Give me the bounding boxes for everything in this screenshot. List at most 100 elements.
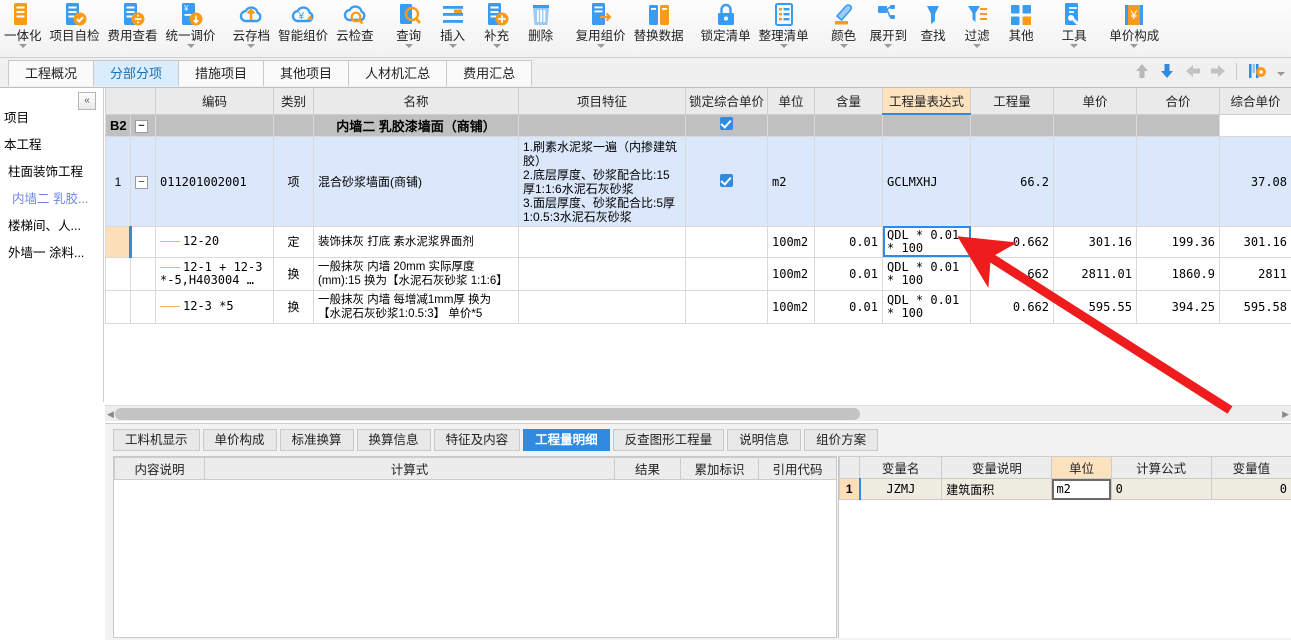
chevron-down-icon[interactable] [18,44,27,48]
sub-name-cell[interactable]: 一般抹灰 内墙 20mm 实际厚度(mm):15 换为【水泥石灰砂浆 1:1:6… [313,256,519,291]
scroll-right-arrow-icon[interactable]: ▶ [1282,409,1289,420]
sidebar-item-3[interactable]: 内墙二 乳胶... [0,189,103,210]
chevron-down-icon[interactable] [596,44,605,48]
sub-lock-cell[interactable] [685,225,768,258]
row-number-cell[interactable] [105,289,131,324]
group-empty-cell-2[interactable] [882,113,971,137]
ribbon-button-find[interactable]: 查找 [911,0,955,56]
sub-tree-cell[interactable] [130,225,156,258]
sub-content-cell[interactable]: 0.01 [814,256,883,291]
ribbon-button-smart-pricing[interactable]: ¥ 智能组价 [274,0,332,56]
variable-header-5[interactable]: 变量值 [1210,456,1291,479]
group-empty-cell-0[interactable] [767,113,815,137]
sub-feature-cell[interactable] [518,225,686,258]
sub-total-cell[interactable]: 394.25 [1136,289,1220,324]
sub-content-cell[interactable]: 0.01 [814,289,883,324]
ribbon-button-reuse-pricing[interactable]: 复用组价 [572,0,630,56]
group-empty-cell-4[interactable] [1053,113,1137,137]
grid-header-8[interactable]: 工程量表达式 [882,88,971,115]
detail-header-0[interactable]: 内容说明 [114,457,205,480]
detail-header-1[interactable]: 计算式 [204,457,615,480]
variable-header-2[interactable]: 变量说明 [941,456,1053,479]
sub-price-cell[interactable]: 595.55 [1053,289,1137,324]
item-feature-cell[interactable]: 1.刷素水泥浆一遍（内掺建筑胶） 2.底层厚度、砂浆配合比:15厚1:1:6水泥… [518,135,686,227]
ribbon-button-expand-to[interactable]: 展开到 [866,0,912,56]
ribbon-button-unified-price[interactable]: ¥ 统一调价 [162,0,220,56]
variable-value-cell[interactable]: 0 [1210,478,1291,500]
ribbon-button-delete[interactable]: 删除 [519,0,563,56]
sub-comprehensive-cell[interactable]: 595.58 [1219,289,1291,324]
detail-header-4[interactable]: 引用代码 [758,457,837,480]
bottom-tab-6[interactable]: 反查图形工程量 [612,429,725,451]
sub-expression-cell[interactable]: QDL * 0.01 * 100 [882,225,971,258]
sub-price-cell[interactable]: 2811.01 [1053,256,1137,291]
arrow-right-icon[interactable] [1209,62,1225,80]
chevron-down-icon[interactable] [186,44,195,48]
item-price-cell[interactable] [1053,135,1137,227]
sub-total-cell[interactable]: 199.36 [1136,225,1220,258]
chevron-down-icon[interactable] [1070,44,1079,48]
sub-name-cell[interactable]: 装饰抹灰 打底 素水泥浆界面剂 [313,225,519,258]
variable-header-4[interactable]: 计算公式 [1110,456,1212,479]
group-empty-cell-3[interactable] [970,113,1054,137]
group-lock-checkbox-cell[interactable] [685,113,768,137]
sub-lock-cell[interactable] [685,289,768,324]
grid-header-2[interactable]: 类别 [273,88,314,115]
grid-header-6[interactable]: 单位 [767,88,815,115]
bottom-tab-5[interactable]: 工程量明细 [523,429,610,451]
scroll-left-arrow-icon[interactable]: ◀ [107,409,114,420]
table-row[interactable]: 12-1 + 12-3 *-5,H403004 … 换一般抹灰 内墙 20mm 实… [105,256,1291,291]
ribbon-button-lock-list[interactable]: 锁定清单 [697,0,755,56]
grid-header-9[interactable]: 工程量 [970,88,1054,115]
tree-collapse-icon[interactable]: − [135,175,148,189]
chevron-down-icon[interactable] [884,44,893,48]
bottom-tab-1[interactable]: 单价构成 [202,429,277,451]
scrollbar-thumb[interactable] [115,408,860,420]
sub-comprehensive-cell[interactable]: 2811 [1219,256,1291,291]
sub-tree-cell[interactable] [130,256,156,291]
variable-header-1[interactable]: 变量名 [859,456,943,479]
group-category-cell[interactable] [273,113,314,137]
sub-category-cell[interactable]: 定 [273,225,314,258]
sub-price-cell[interactable]: 301.16 [1053,225,1137,258]
row-header-label[interactable]: B2 [105,113,131,137]
item-code-cell[interactable]: 011201002001 [155,135,274,227]
variable-formula-cell[interactable]: 0 [1110,478,1212,500]
grid-horizontal-scrollbar[interactable]: ◀ ▶ [105,405,1291,421]
tab-3[interactable]: 其他项目 [263,60,350,86]
item-content-cell[interactable] [814,135,883,227]
sub-unit-cell[interactable]: 100m2 [767,256,815,291]
chevron-down-icon[interactable] [779,44,788,48]
item-unit-cell[interactable]: m2 [767,135,815,227]
bottom-tab-8[interactable]: 组价方案 [804,429,879,451]
bottom-tab-4[interactable]: 特征及内容 [433,429,521,451]
row-number-cell[interactable] [105,225,132,258]
variable-unit-cell[interactable]: m2 [1051,478,1112,500]
ribbon-button-insert[interactable]: 插入 [431,0,475,56]
ribbon-button-fee-view[interactable]: 费用查看 [104,0,162,56]
group-name-cell[interactable]: 内墙二 乳胶漆墙面（商铺） [313,113,519,137]
chevron-down-icon[interactable] [404,44,413,48]
item-name-cell[interactable]: 混合砂浆墙面(商铺) [313,135,519,227]
ribbon-button-supplement[interactable]: 补充 [475,0,519,56]
detail-header-3[interactable]: 累加标识 [680,457,759,480]
grid-header-7[interactable]: 含量 [814,88,883,115]
sub-expression-cell[interactable]: QDL * 0.01 * 100 [882,289,971,324]
variable-desc-cell[interactable]: 建筑面积 [941,478,1053,500]
sub-total-cell[interactable]: 1860.9 [1136,256,1220,291]
ribbon-button-tools[interactable]: 工具 [1052,0,1096,56]
variable-header-3[interactable]: 单位 [1051,456,1112,479]
sub-quantity-cell[interactable]: 0.662 [970,289,1054,324]
chevron-down-icon[interactable] [839,44,848,48]
chevron-down-icon[interactable] [247,44,256,48]
grid-header-1[interactable]: 编码 [155,88,274,115]
ribbon-button-project-selfcheck[interactable]: 项目自检 [46,0,104,56]
sub-quantity-cell[interactable]: 0.662 [970,256,1054,291]
grid-header-4[interactable]: 项目特征 [518,88,686,115]
lock-checkbox[interactable] [720,173,733,187]
ribbon-button-unit-price-composition[interactable]: ¥ 单价构成 [1105,0,1163,56]
sidebar-item-1[interactable]: 本工程 [0,135,103,156]
item-comprehensive-cell[interactable]: 37.08 [1219,135,1291,227]
sub-name-cell[interactable]: 一般抹灰 内墙 每增减1mm厚 换为【水泥石灰砂浆1:0.5:3】 单价*5 [313,289,519,324]
sub-expression-cell[interactable]: QDL * 0.01 * 100 [882,256,971,291]
